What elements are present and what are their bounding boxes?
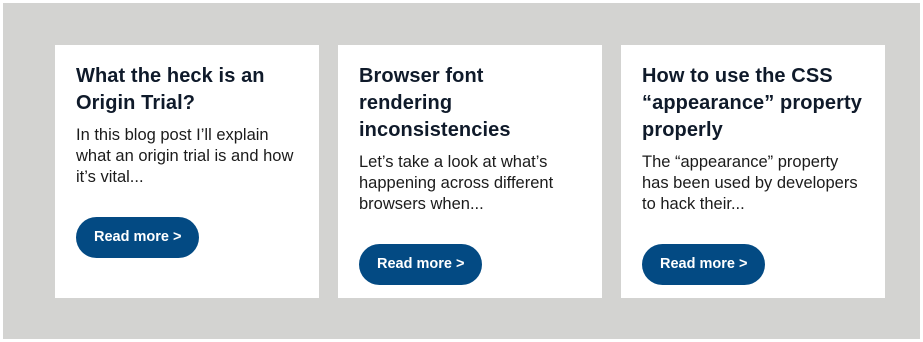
card-excerpt: Let’s take a look at what’s happening ac… bbox=[359, 153, 554, 213]
card-excerpt: The “appearance” property has been used … bbox=[642, 153, 858, 213]
card-title: How to use the CSS “appearance” property… bbox=[642, 65, 862, 141]
read-more-button[interactable]: Read more > bbox=[76, 217, 200, 258]
blog-card-font-rendering: Browser font rendering inconsistencies L… bbox=[338, 45, 602, 298]
card-title: What the heck is an Origin Trial? bbox=[76, 65, 265, 114]
card-title: Browser font rendering inconsistencies bbox=[359, 65, 511, 141]
card-list: What the heck is an Origin Trial? In thi… bbox=[55, 45, 885, 298]
blog-card-origin-trial: What the heck is an Origin Trial? In thi… bbox=[55, 45, 319, 298]
blog-cards-section: What the heck is an Origin Trial? In thi… bbox=[3, 3, 920, 339]
blog-card-css-appearance: How to use the CSS “appearance” property… bbox=[621, 45, 885, 298]
card-excerpt: In this blog post I’ll explain what an o… bbox=[76, 126, 294, 186]
read-more-button[interactable]: Read more > bbox=[642, 244, 766, 285]
read-more-button[interactable]: Read more > bbox=[359, 244, 483, 285]
